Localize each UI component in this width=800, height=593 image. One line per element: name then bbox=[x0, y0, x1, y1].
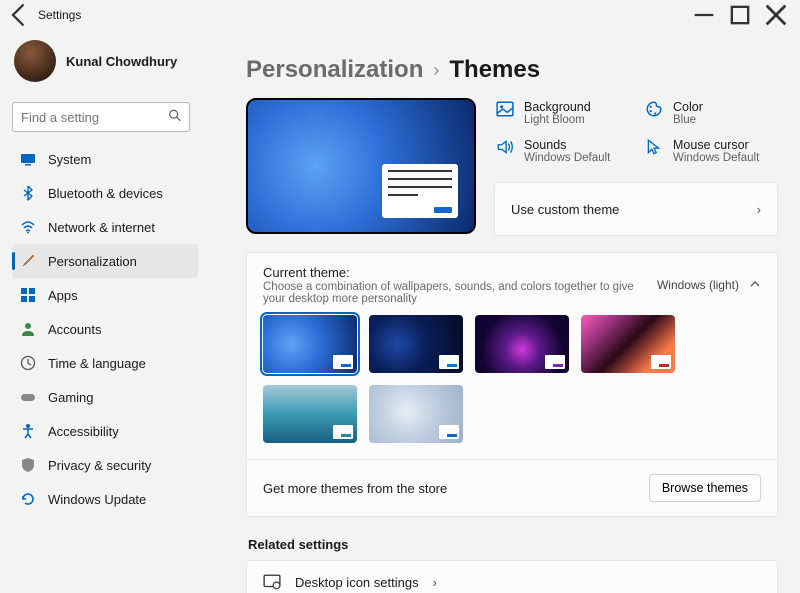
speaker-icon bbox=[496, 138, 514, 156]
search-input[interactable] bbox=[12, 102, 190, 132]
theme-preview bbox=[246, 98, 476, 234]
theme-thumbnails bbox=[263, 315, 761, 443]
sidebar-item-bluetooth[interactable]: Bluetooth & devices bbox=[12, 176, 198, 210]
sidebar-item-label: Accessibility bbox=[48, 424, 119, 439]
titlebar: Settings bbox=[0, 0, 800, 30]
sidebar: Kunal Chowdhury System Bluetooth & devic… bbox=[0, 30, 202, 593]
sidebar-item-apps[interactable]: Apps bbox=[12, 278, 198, 312]
close-button[interactable] bbox=[758, 1, 794, 29]
related-settings-heading: Related settings bbox=[248, 537, 778, 552]
sidebar-item-label: System bbox=[48, 152, 91, 167]
search-icon bbox=[168, 109, 182, 126]
theme-option[interactable] bbox=[475, 315, 569, 373]
breadcrumb: Personalization › Themes bbox=[246, 56, 778, 84]
sidebar-item-accessibility[interactable]: Accessibility bbox=[12, 414, 198, 448]
theme-option[interactable] bbox=[263, 315, 357, 373]
bluetooth-icon bbox=[20, 185, 36, 201]
use-custom-theme-row[interactable]: Use custom theme › bbox=[495, 183, 777, 235]
sidebar-item-gaming[interactable]: Gaming bbox=[12, 380, 198, 414]
maximize-button[interactable] bbox=[722, 1, 758, 29]
sidebar-item-privacy[interactable]: Privacy & security bbox=[12, 448, 198, 482]
image-icon bbox=[496, 100, 514, 118]
sidebar-item-label: Network & internet bbox=[48, 220, 155, 235]
sounds-setting[interactable]: SoundsWindows Default bbox=[494, 136, 629, 166]
system-icon bbox=[20, 151, 36, 167]
chevron-right-icon: › bbox=[757, 202, 761, 217]
sidebar-item-label: Bluetooth & devices bbox=[48, 186, 163, 201]
main-content: Personalization › Themes BackgroundLight… bbox=[202, 30, 800, 593]
palette-icon bbox=[645, 100, 663, 118]
breadcrumb-current: Themes bbox=[449, 56, 540, 84]
browse-themes-button[interactable]: Browse themes bbox=[649, 474, 761, 502]
person-icon bbox=[20, 321, 36, 337]
breadcrumb-parent[interactable]: Personalization bbox=[246, 56, 423, 84]
preview-window-icon bbox=[382, 164, 458, 218]
desktop-icon bbox=[263, 573, 281, 591]
mouse-cursor-setting[interactable]: Mouse cursorWindows Default bbox=[643, 136, 778, 166]
sidebar-item-system[interactable]: System bbox=[12, 142, 198, 176]
sidebar-item-time[interactable]: Time & language bbox=[12, 346, 198, 380]
wifi-icon bbox=[20, 219, 36, 235]
background-setting[interactable]: BackgroundLight Bloom bbox=[494, 98, 629, 128]
theme-option[interactable] bbox=[581, 315, 675, 373]
theme-option[interactable] bbox=[369, 315, 463, 373]
accessibility-icon bbox=[20, 423, 36, 439]
current-theme-value: Windows (light) bbox=[657, 278, 739, 292]
sidebar-item-label: Gaming bbox=[48, 390, 94, 405]
game-icon bbox=[20, 389, 36, 405]
theme-option[interactable] bbox=[263, 385, 357, 443]
brush-icon bbox=[20, 253, 36, 269]
sidebar-item-update[interactable]: Windows Update bbox=[12, 482, 198, 516]
sidebar-item-accounts[interactable]: Accounts bbox=[12, 312, 198, 346]
sidebar-item-personalization[interactable]: Personalization bbox=[12, 244, 198, 278]
current-theme-header[interactable]: Current theme: Choose a combination of w… bbox=[263, 265, 761, 305]
store-row: Get more themes from the store Browse th… bbox=[247, 459, 777, 516]
theme-option[interactable] bbox=[369, 385, 463, 443]
cursor-icon bbox=[645, 138, 663, 156]
sidebar-item-label: Apps bbox=[48, 288, 78, 303]
sidebar-item-network[interactable]: Network & internet bbox=[12, 210, 198, 244]
clock-icon bbox=[20, 355, 36, 371]
desktop-icon-settings-row[interactable]: Desktop icon settings › bbox=[246, 560, 778, 593]
sidebar-item-label: Accounts bbox=[48, 322, 101, 337]
shield-icon bbox=[20, 457, 36, 473]
window-title: Settings bbox=[38, 8, 686, 22]
back-button[interactable] bbox=[6, 1, 34, 29]
apps-icon bbox=[20, 287, 36, 303]
avatar bbox=[14, 40, 56, 82]
chevron-up-icon bbox=[749, 278, 761, 293]
sidebar-item-label: Time & language bbox=[48, 356, 146, 371]
color-setting[interactable]: ColorBlue bbox=[643, 98, 778, 128]
minimize-button[interactable] bbox=[686, 1, 722, 29]
chevron-right-icon: › bbox=[433, 575, 437, 590]
sidebar-item-label: Windows Update bbox=[48, 492, 146, 507]
sidebar-item-label: Personalization bbox=[48, 254, 137, 269]
chevron-right-icon: › bbox=[433, 60, 439, 81]
sidebar-item-label: Privacy & security bbox=[48, 458, 151, 473]
update-icon bbox=[20, 491, 36, 507]
profile-name: Kunal Chowdhury bbox=[66, 54, 177, 69]
profile[interactable]: Kunal Chowdhury bbox=[12, 36, 198, 94]
